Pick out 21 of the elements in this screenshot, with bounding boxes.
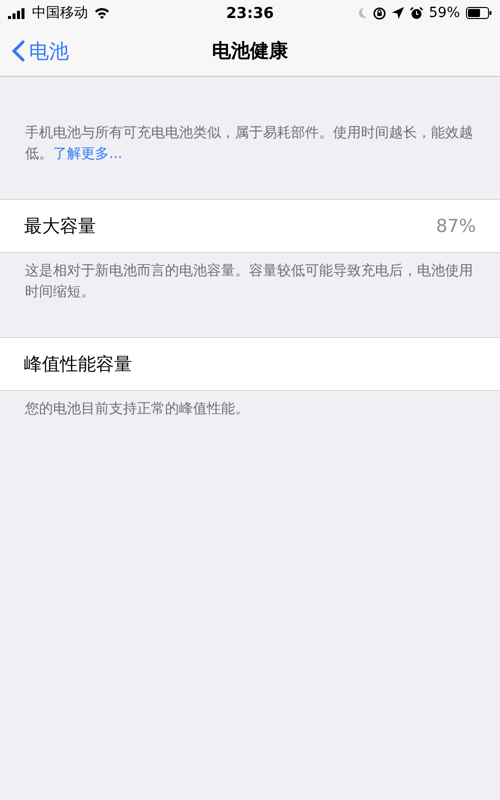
back-button[interactable]: 电池 <box>0 38 69 64</box>
back-label[interactable]: 电池 <box>29 38 69 64</box>
row-label: 峰值性能容量 <box>24 353 133 376</box>
carrier-name: 中国移动 <box>32 4 88 22</box>
alarm-icon <box>410 6 423 20</box>
clock-time: 23:36 <box>226 4 274 22</box>
learn-more-link[interactable]: 了解更多... <box>53 146 122 162</box>
moon-icon <box>356 7 367 19</box>
page-title: 电池健康 <box>212 39 288 64</box>
chevron-left-icon <box>12 40 25 62</box>
location-arrow-icon <box>392 7 404 19</box>
battery-icon <box>466 7 492 19</box>
row-label: 最大容量 <box>24 215 97 238</box>
intro-text: 手机电池与所有可充电电池类似，属于易耗部件。使用时间越长，能效越低。了解更多... <box>24 124 474 164</box>
wifi-icon <box>94 7 110 19</box>
rotation-lock-icon <box>372 6 386 20</box>
signal-icon <box>8 8 26 18</box>
row-description: 您的电池目前支持正常的峰值性能。 <box>24 400 250 419</box>
row-description: 这是相对于新电池而言的电池容量。容量较低可能导致充电后，电池使用时间缩短。 <box>24 262 474 302</box>
row-value: 87% <box>436 216 476 236</box>
battery-percent: 59% <box>428 5 460 21</box>
